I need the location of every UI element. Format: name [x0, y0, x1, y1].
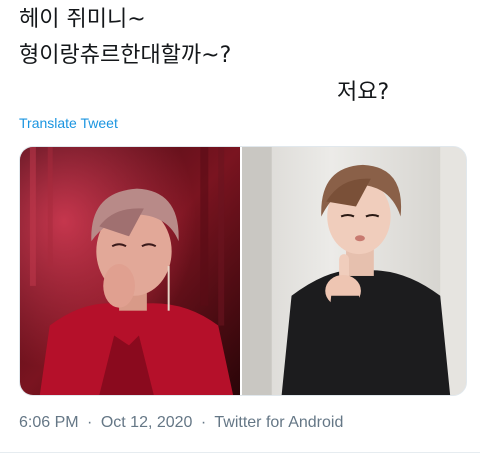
divider [0, 452, 480, 453]
tweet-text-line-1: 헤이 쥐미니~ [19, 7, 146, 32]
tweet-time: 6:06 PM [19, 414, 79, 431]
tweet-source[interactable]: Twitter for Android [214, 414, 343, 431]
photo-left[interactable] [20, 147, 241, 395]
photo-right[interactable] [242, 147, 466, 395]
tweet-text: 헤이 쥐미니~ 형이랑츄르한대할까~? 저요? [19, 2, 459, 105]
photo-left-image [20, 147, 241, 395]
meta-separator: · [87, 414, 93, 431]
tweet-meta: 6:06 PM · Oct 12, 2020 · Twitter for And… [19, 414, 343, 432]
meta-separator-2: · [200, 414, 207, 431]
tweet-text-line-2: 형이랑츄르한대할까~? [19, 43, 232, 68]
tweet-date[interactable]: Oct 12, 2020 [101, 414, 193, 431]
tweet-text-line-3: 저요? [337, 80, 390, 105]
tweet-media [19, 146, 467, 396]
photo-right-image [242, 147, 466, 395]
translate-tweet-link[interactable]: Translate Tweet [19, 115, 118, 131]
